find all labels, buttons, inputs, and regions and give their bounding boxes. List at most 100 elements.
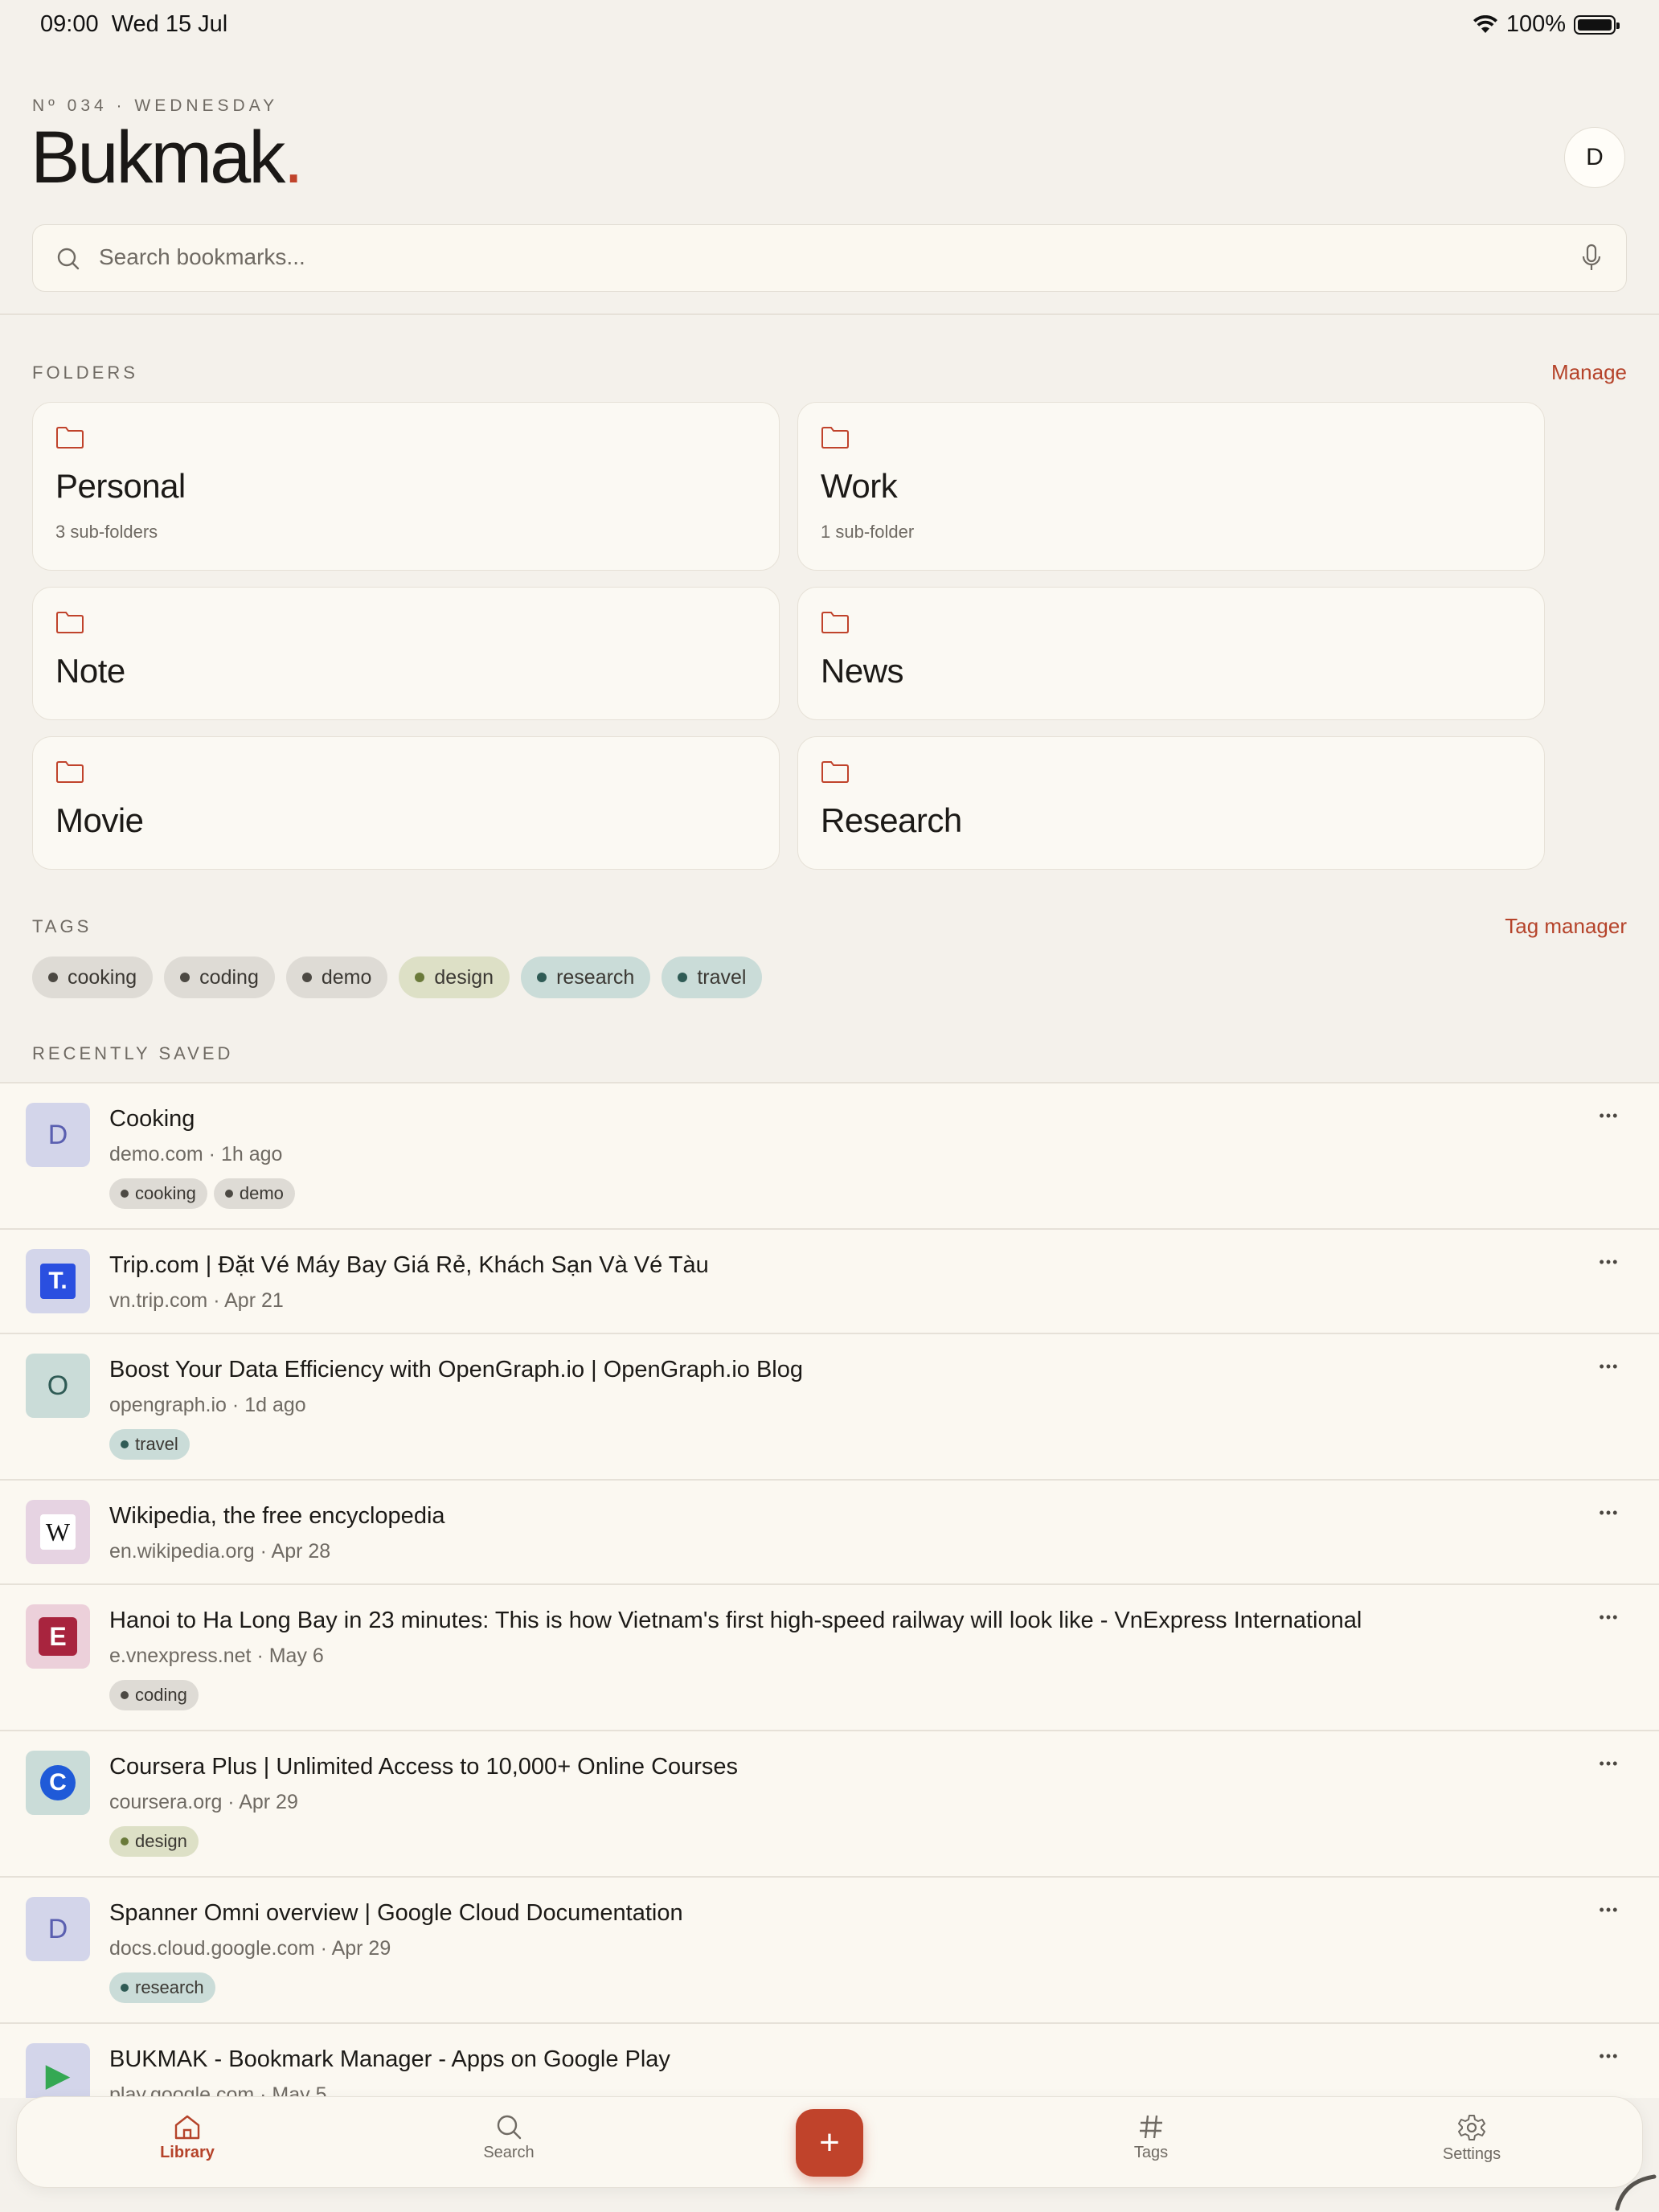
manage-folders-link[interactable]: Manage: [1551, 360, 1627, 385]
bookmark-meta: docs.cloud.google.com · Apr 29: [109, 1937, 391, 1960]
bookmark-thumb-glyph: ▶: [45, 2058, 71, 2093]
tab-tags[interactable]: Tags: [1071, 2113, 1231, 2162]
bookmark-tag-label: cooking: [135, 1183, 196, 1203]
recently-saved-list[interactable]: D Cooking demo.com · 1h ago cooking demo ••• T…: [0, 1082, 1659, 2098]
bookmark-tag-label: demo: [239, 1183, 284, 1203]
search-bar[interactable]: [32, 224, 1627, 292]
tag-chip-research[interactable]: research: [521, 956, 651, 998]
tab-search[interactable]: Search: [428, 2113, 589, 2162]
tab-settings[interactable]: Settings: [1391, 2113, 1552, 2164]
avatar[interactable]: D: [1564, 127, 1625, 188]
bookmark-title[interactable]: Cooking: [109, 1106, 195, 1133]
bookmark-tag[interactable]: research: [109, 1972, 215, 2003]
bookmark-tag-label: coding: [135, 1685, 187, 1705]
bookmark-tags: design: [109, 1826, 199, 1857]
status-clock: 09:00: [40, 11, 99, 37]
bookmark-row[interactable]: ▶ BUKMAK - Bookmark Manager - Apps on Goo…: [0, 2024, 1659, 2098]
folder-card-movie[interactable]: Movie: [32, 736, 780, 870]
tag-manager-link[interactable]: Tag manager: [1505, 914, 1627, 939]
folder-name: Work: [821, 467, 898, 505]
tag-dot: [121, 1691, 129, 1699]
battery-percent: 100%: [1505, 11, 1566, 37]
bookmark-row[interactable]: D Spanner Omni overview | Google Cloud Do…: [0, 1878, 1659, 2024]
folder-card-personal[interactable]: Personal 3 sub-folders: [32, 402, 780, 571]
meta-separator: ·: [207, 1289, 225, 1312]
more-options-icon[interactable]: •••: [1587, 1894, 1632, 1926]
tag-chip-cooking[interactable]: cooking: [32, 956, 154, 998]
tag-dot: [224, 1190, 233, 1198]
more-options-icon[interactable]: •••: [1587, 1246, 1632, 1278]
more-options-icon[interactable]: •••: [1587, 1747, 1632, 1780]
meta-separator: ·: [226, 1394, 245, 1416]
scroll-indicator: [1615, 2174, 1657, 2211]
google-play-logo-icon: ▶: [26, 2043, 90, 2098]
tab-library-label: Library: [160, 2144, 215, 2161]
microphone-icon[interactable]: [1581, 243, 1602, 273]
bookmark-title[interactable]: Boost Your Data Efficiency with OpenGrap…: [109, 1357, 803, 1383]
more-options-icon[interactable]: •••: [1587, 1350, 1632, 1382]
bookmark-time: May 6: [268, 1645, 324, 1667]
bookmark-row[interactable]: T. Trip.com | Đặt Vé Máy Bay Giá Rẻ, Khác…: [0, 1230, 1659, 1334]
bookmark-tag[interactable]: design: [109, 1826, 199, 1857]
bookmark-title[interactable]: BUKMAK - Bookmark Manager - Apps on Goog…: [109, 2046, 670, 2073]
tag-chip-demo[interactable]: demo: [285, 956, 388, 998]
folders-label: FOLDERS: [32, 363, 138, 383]
bookmark-row[interactable]: D Cooking demo.com · 1h ago cooking demo •••: [0, 1083, 1659, 1230]
folder-card-news[interactable]: News: [797, 587, 1545, 720]
bookmark-row[interactable]: O Boost Your Data Efficiency with OpenGra…: [0, 1334, 1659, 1481]
bookmark-tag[interactable]: cooking: [109, 1178, 207, 1209]
bookmark-title[interactable]: Coursera Plus | Unlimited Access to 10,0…: [109, 1754, 738, 1780]
more-options-icon[interactable]: •••: [1587, 1497, 1632, 1529]
folder-card-work[interactable]: Work 1 sub-folder: [797, 402, 1545, 571]
bookmark-tag[interactable]: demo: [213, 1178, 295, 1209]
more-options-icon[interactable]: •••: [1587, 1100, 1632, 1132]
search-input[interactable]: [99, 225, 1530, 289]
tag-chip-coding[interactable]: coding: [164, 956, 275, 998]
bookmark-row[interactable]: E Hanoi to Ha Long Bay in 23 minutes: Thi…: [0, 1585, 1659, 1731]
tag-dot: [121, 1837, 129, 1845]
tags-label: TAGS: [32, 916, 92, 936]
more-options-icon[interactable]: •••: [1587, 1601, 1632, 1633]
more-options-icon[interactable]: •••: [1587, 2040, 1632, 2072]
bookmark-tag[interactable]: coding: [109, 1680, 199, 1710]
tag-label: design: [434, 965, 494, 989]
bookmark-meta: coursera.org · Apr 29: [109, 1791, 298, 1814]
tag-chip-design[interactable]: design: [399, 956, 510, 998]
bookmark-row[interactable]: C Coursera Plus | Unlimited Access to 10,…: [0, 1731, 1659, 1878]
tag-dot: [180, 973, 190, 982]
bookmark-thumb-glyph: E: [39, 1617, 77, 1656]
search-icon: [57, 248, 80, 270]
bookmark-tag-label: research: [135, 1977, 204, 1997]
tab-library[interactable]: Library: [107, 2113, 268, 2162]
bookmark-time: 1h ago: [220, 1143, 283, 1165]
bookmark-domain: e.vnexpress.net: [109, 1645, 252, 1667]
status-bar: 09:00 Wed 15 Jul 100%: [0, 0, 1659, 51]
bookmark-title[interactable]: Wikipedia, the free encyclopedia: [109, 1503, 445, 1530]
issue-line: Nº 034 · WEDNESDAY: [32, 96, 279, 115]
folder-name: News: [821, 652, 904, 690]
add-bookmark-button[interactable]: +: [796, 2109, 863, 2177]
tag-chip-travel[interactable]: travel: [662, 956, 763, 998]
bookmark-title[interactable]: Hanoi to Ha Long Bay in 23 minutes: This…: [109, 1608, 1362, 1634]
status-time: 09:00 Wed 15 Jul: [40, 11, 227, 38]
folder-card-note[interactable]: Note: [32, 587, 780, 720]
tag-dot: [48, 973, 58, 982]
bookmark-thumb-glyph: D: [47, 1119, 68, 1150]
bookmark-domain: vn.trip.com: [109, 1289, 208, 1312]
bookmark-title[interactable]: Spanner Omni overview | Google Cloud Doc…: [109, 1900, 683, 1927]
bookmark-tag[interactable]: travel: [109, 1429, 190, 1460]
header-divider: [0, 313, 1659, 315]
folder-icon: [56, 761, 84, 783]
bookmark-tags: travel: [109, 1429, 190, 1460]
search-icon: [497, 2115, 522, 2140]
tag-label: research: [556, 965, 635, 989]
folder-card-research[interactable]: Research: [797, 736, 1545, 870]
bookmark-domain: opengraph.io: [109, 1394, 227, 1416]
vnexpress-logo-icon: E: [26, 1604, 90, 1669]
bookmark-row[interactable]: W Wikipedia, the free encyclopedia en.wiki…: [0, 1481, 1659, 1585]
bookmark-time: Apr 21: [224, 1289, 284, 1312]
bookmark-title[interactable]: Trip.com | Đặt Vé Máy Bay Giá Rẻ, Khách …: [109, 1252, 709, 1279]
bookmark-meta: demo.com · 1h ago: [109, 1143, 282, 1166]
folder-icon: [56, 427, 84, 449]
tag-dot: [415, 973, 425, 982]
